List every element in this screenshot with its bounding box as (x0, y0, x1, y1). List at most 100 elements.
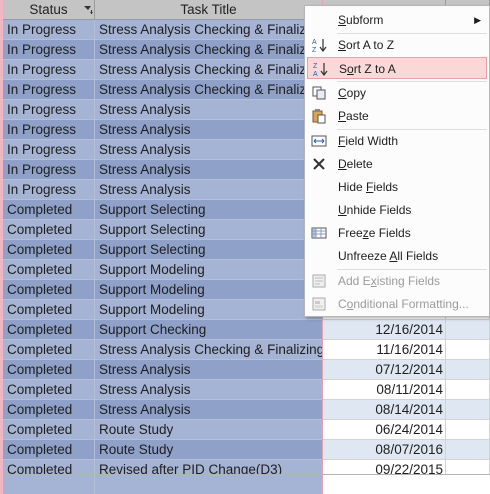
task-title-cell[interactable]: Support Modeling (95, 280, 323, 300)
status-cell[interactable]: In Progress (3, 160, 95, 180)
menu-item-delete[interactable]: Delete (307, 153, 487, 175)
freeze-fields-icon (311, 227, 327, 239)
task-title-cell[interactable]: Support Selecting (95, 220, 323, 240)
menu-item-freeze-fields[interactable]: Freeze Fields (307, 222, 487, 244)
extra-cell[interactable] (446, 340, 490, 360)
task-title-cell[interactable]: Stress Analysis (95, 100, 323, 120)
task-title-cell[interactable]: Support Selecting (95, 200, 323, 220)
context-menu: Subform ▶ A Z Sort A to Z Z A Sort Z to … (304, 5, 490, 317)
task-title-cell[interactable]: Stress Analysis (95, 140, 323, 160)
date-cell[interactable]: 08/11/2014 (323, 380, 446, 400)
task-title-cell[interactable]: Route Study (95, 440, 323, 460)
menu-item-subform[interactable]: Subform ▶ (307, 9, 487, 31)
extra-cell[interactable] (446, 320, 490, 340)
date-cell[interactable]: 06/24/2014 (323, 420, 446, 440)
task-title-cell[interactable]: Stress Analysis (95, 180, 323, 200)
status-cell[interactable]: In Progress (3, 100, 95, 120)
table-row[interactable]: Completed Stress Analysis 07/12/2014 (0, 360, 490, 380)
menu-item-delete-label: Delete (338, 157, 373, 171)
date-cell[interactable]: 11/16/2014 (323, 340, 446, 360)
menu-item-sort-z-to-a[interactable]: Z A Sort Z to A (307, 57, 487, 79)
task-title-cell[interactable]: Stress Analysis (95, 380, 323, 400)
status-cell[interactable]: In Progress (3, 60, 95, 80)
record-selector-bar[interactable] (0, 0, 3, 494)
paste-icon (312, 109, 326, 124)
status-cell[interactable]: In Progress (3, 180, 95, 200)
task-title-cell[interactable]: Route Study (95, 420, 323, 440)
date-cell[interactable]: 12/16/2014 (323, 320, 446, 340)
status-cell[interactable]: Completed (3, 440, 95, 460)
sort-ascending-icon: A Z (312, 39, 327, 53)
status-cell[interactable]: Completed (3, 400, 95, 420)
menu-item-conditional-formatting-label: Conditional Formatting... (338, 297, 469, 311)
status-cell[interactable]: Completed (3, 360, 95, 380)
status-cell[interactable]: In Progress (3, 20, 95, 40)
menu-item-sort-a-to-z[interactable]: A Z Sort A to Z (307, 34, 487, 56)
totals-status-cell (3, 475, 95, 494)
menu-item-add-existing-fields-label: Add Existing Fields (338, 274, 441, 288)
status-cell[interactable]: Completed (3, 240, 95, 260)
table-row[interactable]: Completed Support Checking 12/16/2014 (0, 320, 490, 340)
sort-descending-icon: Z A (313, 63, 328, 77)
menu-item-hide-fields[interactable]: Hide Fields (307, 176, 487, 198)
menu-item-sort-a-to-z-label: Sort A to Z (338, 38, 395, 52)
status-cell[interactable]: Completed (3, 200, 95, 220)
task-title-cell[interactable]: Support Selecting (95, 240, 323, 260)
status-cell[interactable]: In Progress (3, 80, 95, 100)
task-title-cell[interactable]: Stress Analysis (95, 360, 323, 380)
status-cell[interactable]: Completed (3, 320, 95, 340)
task-title-cell[interactable]: Support Modeling (95, 300, 323, 320)
menu-item-copy-label: Copy (338, 86, 367, 100)
extra-cell[interactable] (446, 380, 490, 400)
filter-dropdown-icon[interactable] (83, 4, 94, 15)
task-title-cell[interactable]: Stress Analysis Checking & Finalizing (95, 20, 323, 40)
table-row[interactable]: Completed Stress Analysis Checking & Fina… (0, 340, 490, 360)
table-row[interactable]: Completed Route Study 06/24/2014 (0, 420, 490, 440)
totals-task-cell (95, 475, 323, 494)
totals-row: 50 (0, 474, 490, 494)
extra-cell[interactable] (446, 420, 490, 440)
extra-cell[interactable] (446, 440, 490, 460)
status-cell[interactable]: Completed (3, 420, 95, 440)
task-title-cell[interactable]: Support Checking (95, 320, 323, 340)
date-cell[interactable]: 08/14/2014 (323, 400, 446, 420)
date-cell[interactable]: 08/07/2016 (323, 440, 446, 460)
menu-item-paste[interactable]: Paste (307, 105, 487, 127)
table-row[interactable]: Completed Stress Analysis 08/11/2014 (0, 380, 490, 400)
status-cell[interactable]: In Progress (3, 120, 95, 140)
status-cell[interactable]: In Progress (3, 40, 95, 60)
status-cell[interactable]: In Progress (3, 140, 95, 160)
menu-item-unhide-fields[interactable]: Unhide Fields (307, 199, 487, 221)
column-header-task-title[interactable]: Task Title (95, 0, 323, 20)
status-cell[interactable]: Completed (3, 300, 95, 320)
extra-cell[interactable] (446, 360, 490, 380)
table-row[interactable]: Completed Route Study 08/07/2016 (0, 440, 490, 460)
task-title-cell[interactable]: Stress Analysis Checking & Finalizing (95, 340, 323, 360)
status-cell[interactable]: Completed (3, 220, 95, 240)
status-cell[interactable]: Completed (3, 260, 95, 280)
task-title-cell[interactable]: Support Modeling (95, 260, 323, 280)
task-title-cell[interactable]: Stress Analysis (95, 400, 323, 420)
menu-item-unfreeze-all-fields-label: Unfreeze All Fields (338, 249, 439, 263)
status-cell[interactable]: Completed (3, 280, 95, 300)
menu-item-sort-z-to-a-label: Sort Z to A (339, 62, 396, 76)
menu-item-paste-label: Paste (338, 109, 369, 123)
menu-item-copy[interactable]: Copy (307, 82, 487, 104)
menu-item-field-width[interactable]: Field Width (307, 130, 487, 152)
conditional-formatting-icon (312, 297, 326, 311)
menu-item-unfreeze-all-fields[interactable]: Unfreeze All Fields (307, 245, 487, 267)
task-title-cell[interactable]: Stress Analysis (95, 160, 323, 180)
extra-cell[interactable] (446, 400, 490, 420)
task-title-cell[interactable]: Stress Analysis Checking & Finalizing (95, 40, 323, 60)
date-cell[interactable]: 07/12/2014 (323, 360, 446, 380)
task-title-cell[interactable]: Stress Analysis Checking & Finalizing (95, 80, 323, 100)
column-header-status[interactable]: Status (3, 0, 95, 20)
status-cell[interactable]: Completed (3, 340, 95, 360)
svg-text:A: A (312, 39, 317, 46)
table-row[interactable]: Completed Stress Analysis 08/14/2014 (0, 400, 490, 420)
svg-text:A: A (313, 71, 318, 77)
task-title-cell[interactable]: Stress Analysis (95, 120, 323, 140)
task-title-cell[interactable]: Stress Analysis Checking & Finalizing (95, 60, 323, 80)
status-cell[interactable]: Completed (3, 380, 95, 400)
menu-item-conditional-formatting: Conditional Formatting... (307, 293, 487, 315)
